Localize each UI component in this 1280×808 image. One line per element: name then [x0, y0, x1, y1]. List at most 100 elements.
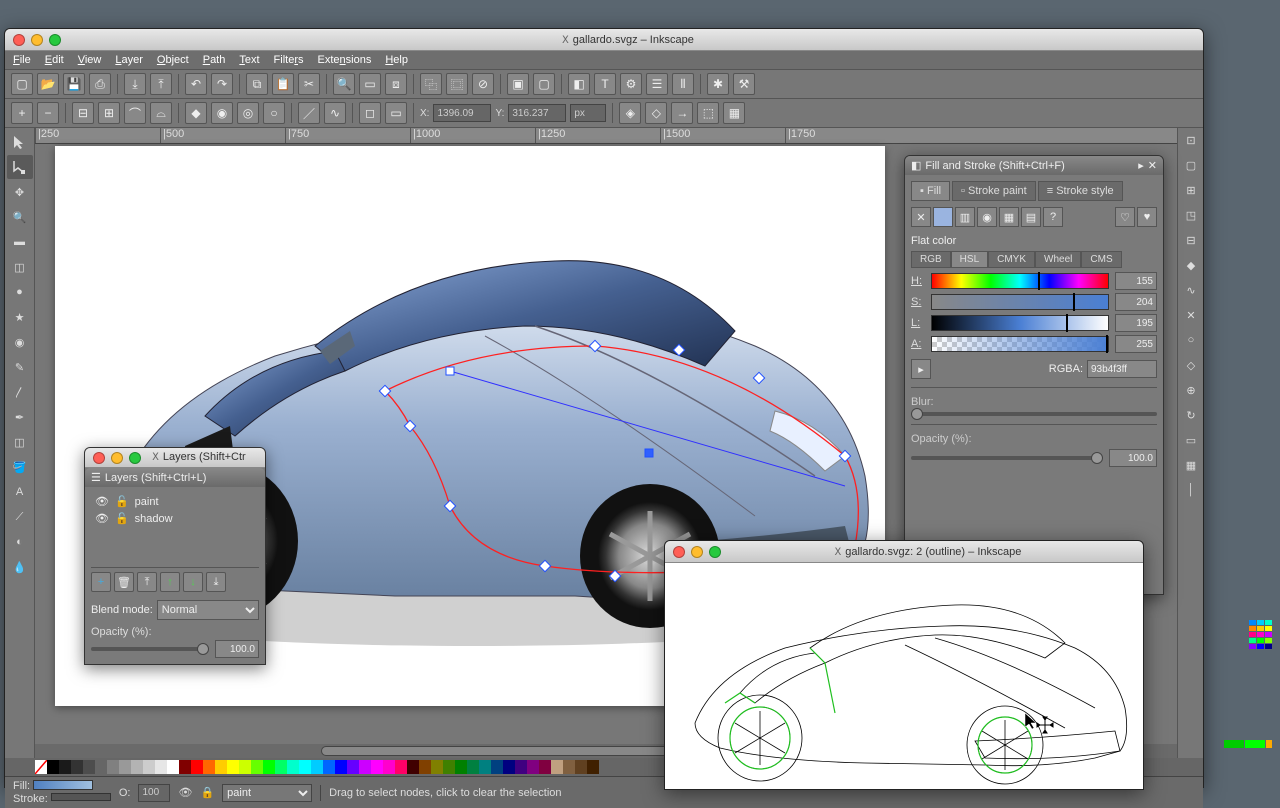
bezier-tool-icon[interactable]: 〳	[7, 380, 33, 404]
layer-row-shadow[interactable]: 👁🔓shadow	[91, 510, 259, 527]
unlink-icon[interactable]: ⊘	[472, 73, 494, 95]
blend-select[interactable]: Normal	[157, 600, 259, 620]
zoom-tool-icon[interactable]: 🔍	[7, 205, 33, 229]
l-input[interactable]	[1115, 314, 1157, 332]
close-button[interactable]	[13, 34, 25, 46]
calligraphy-tool-icon[interactable]: ✒	[7, 405, 33, 429]
palette-swatch[interactable]	[563, 760, 575, 774]
outline-min-button[interactable]	[691, 546, 703, 558]
tweak-tool-icon[interactable]: ✥	[7, 180, 33, 204]
palette-swatch[interactable]	[143, 760, 155, 774]
pattern-icon[interactable]: ▦	[999, 207, 1019, 227]
layer-add-button[interactable]: +	[91, 572, 111, 592]
palette-swatch[interactable]	[371, 760, 383, 774]
layer-row-paint[interactable]: 👁🔓paint	[91, 493, 259, 510]
layer-bottom-button[interactable]: ⤓	[206, 572, 226, 592]
a-input[interactable]	[1115, 335, 1157, 353]
connector-tool-icon[interactable]: ⟋	[7, 505, 33, 529]
node-del-icon[interactable]: −	[37, 102, 59, 124]
outline-close-button[interactable]	[673, 546, 685, 558]
ellipse-tool-icon[interactable]: ●	[7, 280, 33, 304]
status-opacity-input[interactable]	[138, 784, 170, 802]
align-icon[interactable]: ⫴	[672, 73, 694, 95]
gradient-tool-icon[interactable]: ◐	[7, 530, 33, 554]
seg-line-icon[interactable]: ／	[298, 102, 320, 124]
snap-path-icon[interactable]: ∿	[1178, 278, 1204, 302]
palette-swatch[interactable]	[503, 760, 515, 774]
status-fill-swatch[interactable]	[33, 780, 93, 790]
radial-grad-icon[interactable]: ◉	[977, 207, 997, 227]
open-icon[interactable]: 📂	[37, 73, 59, 95]
palette-swatch[interactable]	[539, 760, 551, 774]
snap-smooth-icon[interactable]: ○	[1178, 328, 1204, 352]
layers-close-button[interactable]	[93, 452, 105, 464]
tab-fill[interactable]: ▪ Fill	[911, 181, 950, 201]
edit-mask-icon[interactable]: ▦	[723, 102, 745, 124]
palette-swatch[interactable]	[83, 760, 95, 774]
palette-swatch[interactable]	[443, 760, 455, 774]
bucket-tool-icon[interactable]: 🪣	[7, 455, 33, 479]
print-icon[interactable]: ⎙	[89, 73, 111, 95]
seg-curve-icon[interactable]: ∿	[324, 102, 346, 124]
blur-slider[interactable]	[911, 412, 1157, 416]
s-slider[interactable]	[931, 294, 1109, 310]
tab-stroke-style[interactable]: ≡ Stroke style	[1038, 181, 1123, 201]
palette-swatch[interactable]	[47, 760, 59, 774]
dock-icon[interactable]: ▸	[1138, 159, 1144, 172]
tab-cmyk[interactable]: CMYK	[988, 251, 1035, 268]
3dbox-tool-icon[interactable]: ◫	[7, 255, 33, 279]
palette-swatch[interactable]	[215, 760, 227, 774]
heart-fill-icon[interactable]: ♥	[1137, 207, 1157, 227]
minimize-button[interactable]	[31, 34, 43, 46]
layers-opacity-input[interactable]	[215, 640, 259, 658]
snap-rotation-icon[interactable]: ↻	[1178, 403, 1204, 427]
tab-wheel[interactable]: Wheel	[1035, 251, 1081, 268]
show-outline-icon[interactable]: ◇	[645, 102, 667, 124]
tab-hsl[interactable]: HSL	[951, 251, 988, 268]
dropper-tool-icon[interactable]: 💧	[7, 555, 33, 579]
snap-corner-icon[interactable]: ◳	[1178, 203, 1204, 227]
node-del-seg-icon[interactable]: ⌓	[150, 102, 172, 124]
ungroup-icon[interactable]: ▢	[533, 73, 555, 95]
layers-titlebar[interactable]: ☰ Layers (Shift+Ctrl+L)	[85, 468, 265, 487]
layer-del-button[interactable]: 🗑	[114, 572, 134, 592]
show-handles-icon[interactable]: ◈	[619, 102, 641, 124]
snap-bbox-icon[interactable]: ▢	[1178, 153, 1204, 177]
palette-swatch[interactable]	[431, 760, 443, 774]
node-break-icon[interactable]: ⊟	[72, 102, 94, 124]
palette-swatch[interactable]	[107, 760, 119, 774]
palette-swatch[interactable]	[71, 760, 83, 774]
eraser-tool-icon[interactable]: ◫	[7, 430, 33, 454]
palette-swatch[interactable]	[203, 760, 215, 774]
menu-file[interactable]: File	[13, 54, 31, 66]
palette-swatch[interactable]	[551, 760, 563, 774]
palette-swatch[interactable]	[479, 760, 491, 774]
snap-guide-icon[interactable]: │	[1178, 478, 1204, 502]
menu-filters[interactable]: Filters	[274, 54, 304, 66]
node-cusp-icon[interactable]: ◆	[185, 102, 207, 124]
palette-swatch[interactable]	[395, 760, 407, 774]
copy-icon[interactable]: ⧉	[246, 73, 268, 95]
palette-swatch[interactable]	[347, 760, 359, 774]
coord-unit[interactable]	[570, 104, 606, 122]
selector-tool-icon[interactable]	[7, 130, 33, 154]
node-tool-icon[interactable]	[7, 155, 33, 179]
palette-swatch[interactable]	[131, 760, 143, 774]
layers-zoom-button[interactable]	[129, 452, 141, 464]
palette-swatch[interactable]	[263, 760, 275, 774]
snap-center-icon[interactable]: ⊕	[1178, 378, 1204, 402]
palette-swatch[interactable]	[491, 760, 503, 774]
node-auto-icon[interactable]: ○	[263, 102, 285, 124]
opacity-slider[interactable]	[911, 456, 1103, 460]
layer-up-button[interactable]: ↑	[160, 572, 180, 592]
paste-icon[interactable]: 📋	[272, 73, 294, 95]
a-slider[interactable]	[931, 336, 1109, 352]
outline-canvas[interactable]	[665, 563, 1143, 789]
palette-swatch[interactable]	[119, 760, 131, 774]
import-icon[interactable]: ⤓	[124, 73, 146, 95]
node-smooth-icon[interactable]: ◉	[211, 102, 233, 124]
edit-clip-icon[interactable]: ⬚	[697, 102, 719, 124]
undo-icon[interactable]: ↶	[185, 73, 207, 95]
palette-swatch[interactable]	[59, 760, 71, 774]
save-icon[interactable]: 💾	[63, 73, 85, 95]
